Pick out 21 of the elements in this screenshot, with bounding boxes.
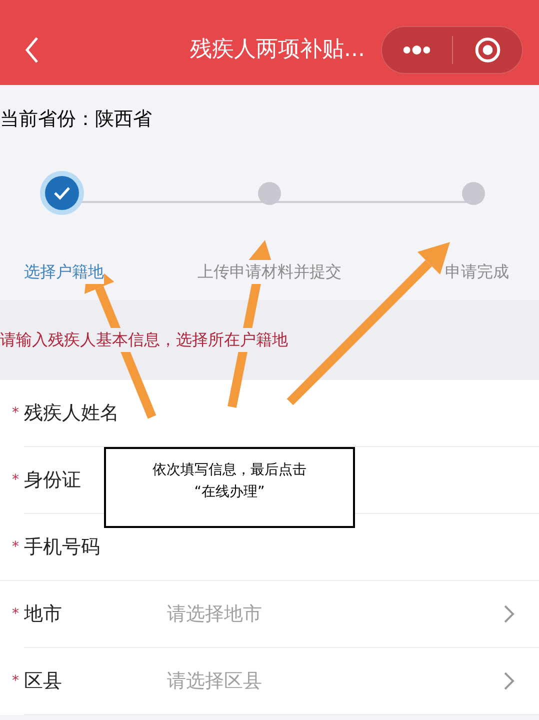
field-label: 地市 (24, 602, 62, 627)
required-mark: * (12, 672, 20, 690)
hint-text: 请输入残疾人基本信息，选择所在户籍地 (0, 328, 288, 352)
current-province: 当前省份：陕西省 (0, 108, 152, 130)
page-title: 残疾人两项补贴... (190, 36, 365, 64)
field-label: 区县 (24, 668, 62, 694)
required-mark: * (12, 604, 20, 624)
required-mark: * (12, 404, 20, 422)
select-field[interactable]: 请选择区县 (167, 666, 503, 696)
required-mark: * (12, 538, 20, 556)
step-label: 选择户籍地 (24, 260, 104, 284)
field-label: 身份证 (24, 468, 81, 493)
back-icon[interactable] (24, 36, 40, 64)
chevron-right-icon (503, 671, 515, 691)
field-label: 残疾人姓名 (24, 400, 119, 426)
field-label: 手机号码 (24, 534, 100, 560)
annotation-text: 依次填写信息，最后点击 “在线办理” (152, 460, 306, 502)
select-field[interactable]: 请选择地市 (167, 600, 503, 628)
required-mark: * (12, 470, 20, 490)
chevron-right-icon (503, 604, 515, 624)
step-label: 上传申请材料并提交 (197, 260, 342, 284)
